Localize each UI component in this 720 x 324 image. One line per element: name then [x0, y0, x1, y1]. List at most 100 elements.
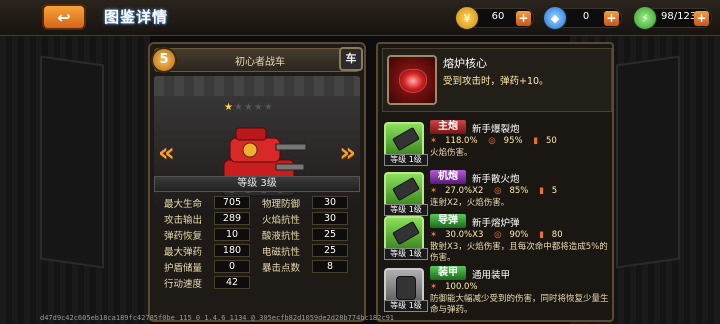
page-title: 图鉴详情 — [104, 8, 169, 26]
stat-value: 25 — [312, 244, 348, 257]
armor-name: 通用装甲 — [472, 270, 511, 281]
vehicle-card: 5 初心者战车 车 ★★★★★ « » 等级 3级 最大生命 705 攻击输出 — [148, 42, 366, 322]
vehicle-type-badge: 车 — [339, 47, 363, 71]
ammo-icon: ▮ — [533, 136, 538, 146]
back-button[interactable]: ↩ — [42, 4, 86, 30]
weapon-desc: 火焰伤害。 — [430, 148, 473, 158]
weapon-desc: 连射X2，火焰伤害。 — [430, 198, 510, 208]
weapon-accuracy: 90% — [509, 230, 529, 240]
stat-label: 电磁抗性 — [262, 247, 301, 258]
accuracy-icon: ◎ — [488, 136, 496, 146]
vehicle-header: 5 初心者战车 车 — [151, 47, 363, 73]
stat-value: 0 — [214, 260, 250, 273]
weapon-damage: 27.0%X2 — [445, 186, 484, 196]
stat-label: 物理防御 — [262, 199, 301, 210]
vehicle-showcase: ★★★★★ « » — [154, 76, 360, 216]
build-watermark: d47d9c42c605eb18ca189fc42785f0be 115 0 1… — [40, 314, 395, 322]
top-bar: ↩ 图鉴详情 ¥ 60 + ◆ 0 + ⚡ 98/123 + — [0, 0, 720, 36]
stat-value: 30 — [312, 196, 348, 209]
weapon-damage: 118.0% — [445, 136, 478, 146]
vehicle-name: 初心者战车 — [235, 57, 285, 68]
ammo-icon: ▮ — [539, 230, 544, 240]
weapon-damage: 30.0%X3 — [445, 230, 484, 240]
accuracy-icon: ◎ — [494, 230, 502, 240]
weapon-main-cannon[interactable]: 等级 1级 主炮 新手爆裂炮 ✶ 118.0% ◎ 95% ▮ 50 火焰伤害。 — [382, 120, 612, 168]
core-desc: 受到攻击时，弹药+10。 — [443, 76, 549, 87]
weapon-stats: ✶ 30.0%X3 ◎ 90% ▮ 80 — [430, 230, 571, 240]
weapon-ammo: 5 — [551, 186, 558, 196]
star-icon: ★ — [243, 102, 254, 113]
weapon-name: 新手熔炉弹 — [472, 218, 520, 229]
weapon-ammo: 80 — [551, 230, 563, 240]
add-gold-button[interactable]: + — [516, 11, 531, 26]
stat-value: 289 — [214, 212, 250, 225]
furnace-core-icon — [387, 55, 437, 105]
stat-value: 8 — [312, 260, 348, 273]
stat-label: 行动速度 — [164, 279, 203, 290]
armor-stats: ✶ 100.0% — [430, 282, 486, 292]
star-icon: ★ — [253, 102, 264, 113]
weapon-ammo: 50 — [545, 136, 557, 146]
weapon-name: 新手散火炮 — [472, 174, 520, 185]
stat-value: 42 — [214, 276, 250, 289]
weapon-desc: 散射X3，火焰伤害，且每次命中都将造成5%的伤害。 — [430, 242, 608, 263]
stat-label: 攻击输出 — [164, 215, 203, 226]
damage-icon: ✶ — [430, 136, 438, 146]
weapon-level: 等级 1级 — [384, 248, 428, 260]
stat-value: 10 — [214, 228, 250, 241]
weapon-type: 主炮 — [430, 120, 466, 134]
weapon-level: 等级 1级 — [384, 154, 428, 166]
star-icon: ★ — [263, 102, 274, 113]
weapon-level: 等级 1级 — [384, 300, 428, 312]
gold-coin-icon: ¥ — [455, 6, 479, 30]
armor-desc: 防御能大幅减少受到的伤害，同时将恢复少量生命与弹药。 — [430, 294, 609, 315]
stat-label: 最大生命 — [164, 199, 203, 210]
gold-value: 60 — [491, 11, 505, 22]
armor-item[interactable]: 等级 1级 装甲 通用装甲 ✶ 100.0% 防御能大幅减少受到的伤害，同时将恢复… — [382, 266, 612, 315]
armor-value: 100.0% — [445, 282, 478, 292]
energy-icon: ⚡ — [633, 6, 657, 30]
main-cannon-icon: 等级 1级 — [384, 122, 428, 166]
stat-label: 护盾储量 — [164, 263, 203, 274]
core-item[interactable]: 熔炉核心 受到攻击时，弹药+10。 — [382, 48, 612, 112]
star-rating: ★★★★★ — [224, 102, 274, 113]
weapon-type: 机炮 — [430, 170, 466, 184]
vehicle-level: 等级 3级 — [154, 176, 360, 192]
stat-value: 705 — [214, 196, 250, 209]
prev-vehicle-button[interactable]: « — [158, 138, 175, 168]
energy-value: 98/123 — [661, 11, 697, 22]
core-name: 熔炉核心 — [443, 57, 487, 70]
equipment-panel: 熔炉核心 受到攻击时，弹药+10。 等级 1级 主炮 新手爆裂炮 ✶ 118.0%… — [376, 42, 614, 322]
damage-icon: ✶ — [430, 186, 438, 196]
tank-image — [221, 127, 307, 197]
stat-value: 25 — [312, 228, 348, 241]
weapon-type: 导弹 — [430, 214, 466, 228]
machine-gun-icon: 等级 1级 — [384, 172, 428, 216]
return-arrow-icon: ↩ — [57, 7, 71, 27]
star-icon: ★ — [224, 102, 234, 113]
stat-label: 酸液抗性 — [262, 231, 301, 242]
stat-label: 暴击点数 — [262, 263, 301, 274]
gem-resource: ◆ 0 + — [543, 6, 622, 30]
next-vehicle-button[interactable]: » — [339, 138, 356, 168]
add-energy-button[interactable]: + — [694, 11, 709, 26]
stat-value: 180 — [214, 244, 250, 257]
weapon-accuracy: 85% — [509, 186, 529, 196]
gem-icon: ◆ — [543, 6, 567, 30]
star-icon: ★ — [233, 102, 244, 113]
weapon-missile[interactable]: 等级 1级 导弹 新手熔炉弹 ✶ 30.0%X3 ◎ 90% ▮ 80 散射X3，火焰… — [382, 214, 612, 263]
weapon-machine-gun[interactable]: 等级 1级 机炮 新手散火炮 ✶ 27.0%X2 ◎ 85% ▮ 5 连射X2，火焰伤… — [382, 170, 612, 218]
stat-label: 最大弹药 — [164, 247, 203, 258]
gem-value: 0 — [582, 11, 590, 22]
background-left-panel — [0, 0, 150, 324]
weapon-stats: ✶ 27.0%X2 ◎ 85% ▮ 5 — [430, 186, 565, 196]
add-gem-button[interactable]: + — [604, 11, 619, 26]
stat-value: 30 — [312, 212, 348, 225]
accuracy-icon: ◎ — [494, 186, 502, 196]
defense-icon: ✶ — [430, 282, 438, 292]
energy-resource: ⚡ 98/123 + — [633, 6, 712, 30]
damage-icon: ✶ — [430, 230, 438, 240]
weapon-accuracy: 95% — [503, 136, 523, 146]
missile-icon: 等级 1级 — [384, 216, 428, 260]
ammo-icon: ▮ — [539, 186, 544, 196]
